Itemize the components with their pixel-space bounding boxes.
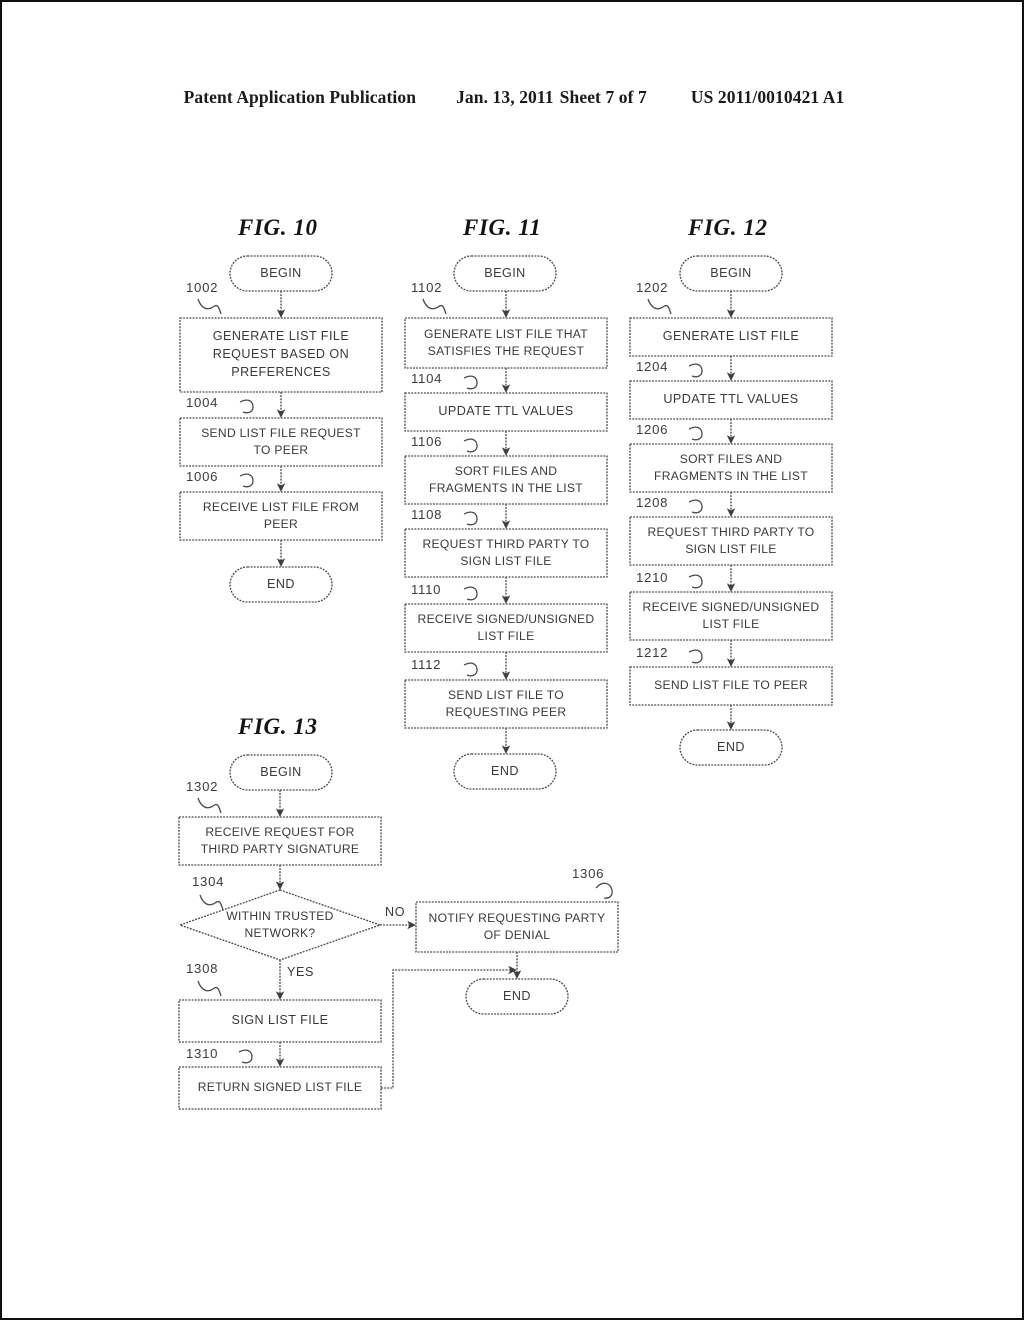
figure-caption-fig10: FIG. 10 bbox=[238, 215, 318, 240]
fig11-ref-1110: 1110 bbox=[411, 582, 442, 597]
figure-caption-fig12: FIG. 12 bbox=[688, 215, 768, 240]
fig10-ref-1002: 1002 bbox=[186, 280, 219, 295]
figure-caption-fig13: FIG. 13 bbox=[238, 714, 318, 739]
fig12-ref-1212: 1212 bbox=[636, 645, 669, 660]
fig13-ref-1306: 1306 bbox=[572, 866, 605, 881]
fig11-ref-1106: 1106 bbox=[411, 434, 443, 449]
figure-drawing-area: FIG. 10 BEGIN GENERATE LIST FILE REQUEST… bbox=[2, 2, 1024, 1322]
fig10-ref-1006: 1006 bbox=[186, 469, 219, 484]
fig12-ref-1210: 1210 bbox=[636, 570, 669, 585]
fig13-ref-1304: 1304 bbox=[192, 874, 225, 889]
fig13-ref-1310: 1310 bbox=[186, 1046, 219, 1061]
fig13-branch-label-yes: YES bbox=[287, 965, 314, 979]
fig11-ref-1102: 1102 bbox=[411, 280, 443, 295]
fig13-ref-1302: 1302 bbox=[186, 779, 219, 794]
figure-caption-fig11: FIG. 11 bbox=[463, 215, 542, 240]
fig13-branch-label-no: NO bbox=[385, 905, 406, 919]
patent-sheet-page: Patent Application Publication Jan. 13, … bbox=[0, 0, 1024, 1320]
fig12-ref-1208: 1208 bbox=[636, 495, 669, 510]
fig12-ref-1206: 1206 bbox=[636, 422, 669, 437]
fig11-ref-1108: 1108 bbox=[411, 507, 443, 522]
fig10-ref-1004: 1004 bbox=[186, 395, 219, 410]
fig12-ref-1204: 1204 bbox=[636, 359, 669, 374]
fig11-ref-1112: 1112 bbox=[411, 657, 442, 672]
fig13-ref-1308: 1308 bbox=[186, 961, 219, 976]
fig11-ref-1104: 1104 bbox=[411, 371, 443, 386]
flowchart-vector-layer bbox=[177, 255, 833, 1110]
fig12-ref-1202: 1202 bbox=[636, 280, 669, 295]
